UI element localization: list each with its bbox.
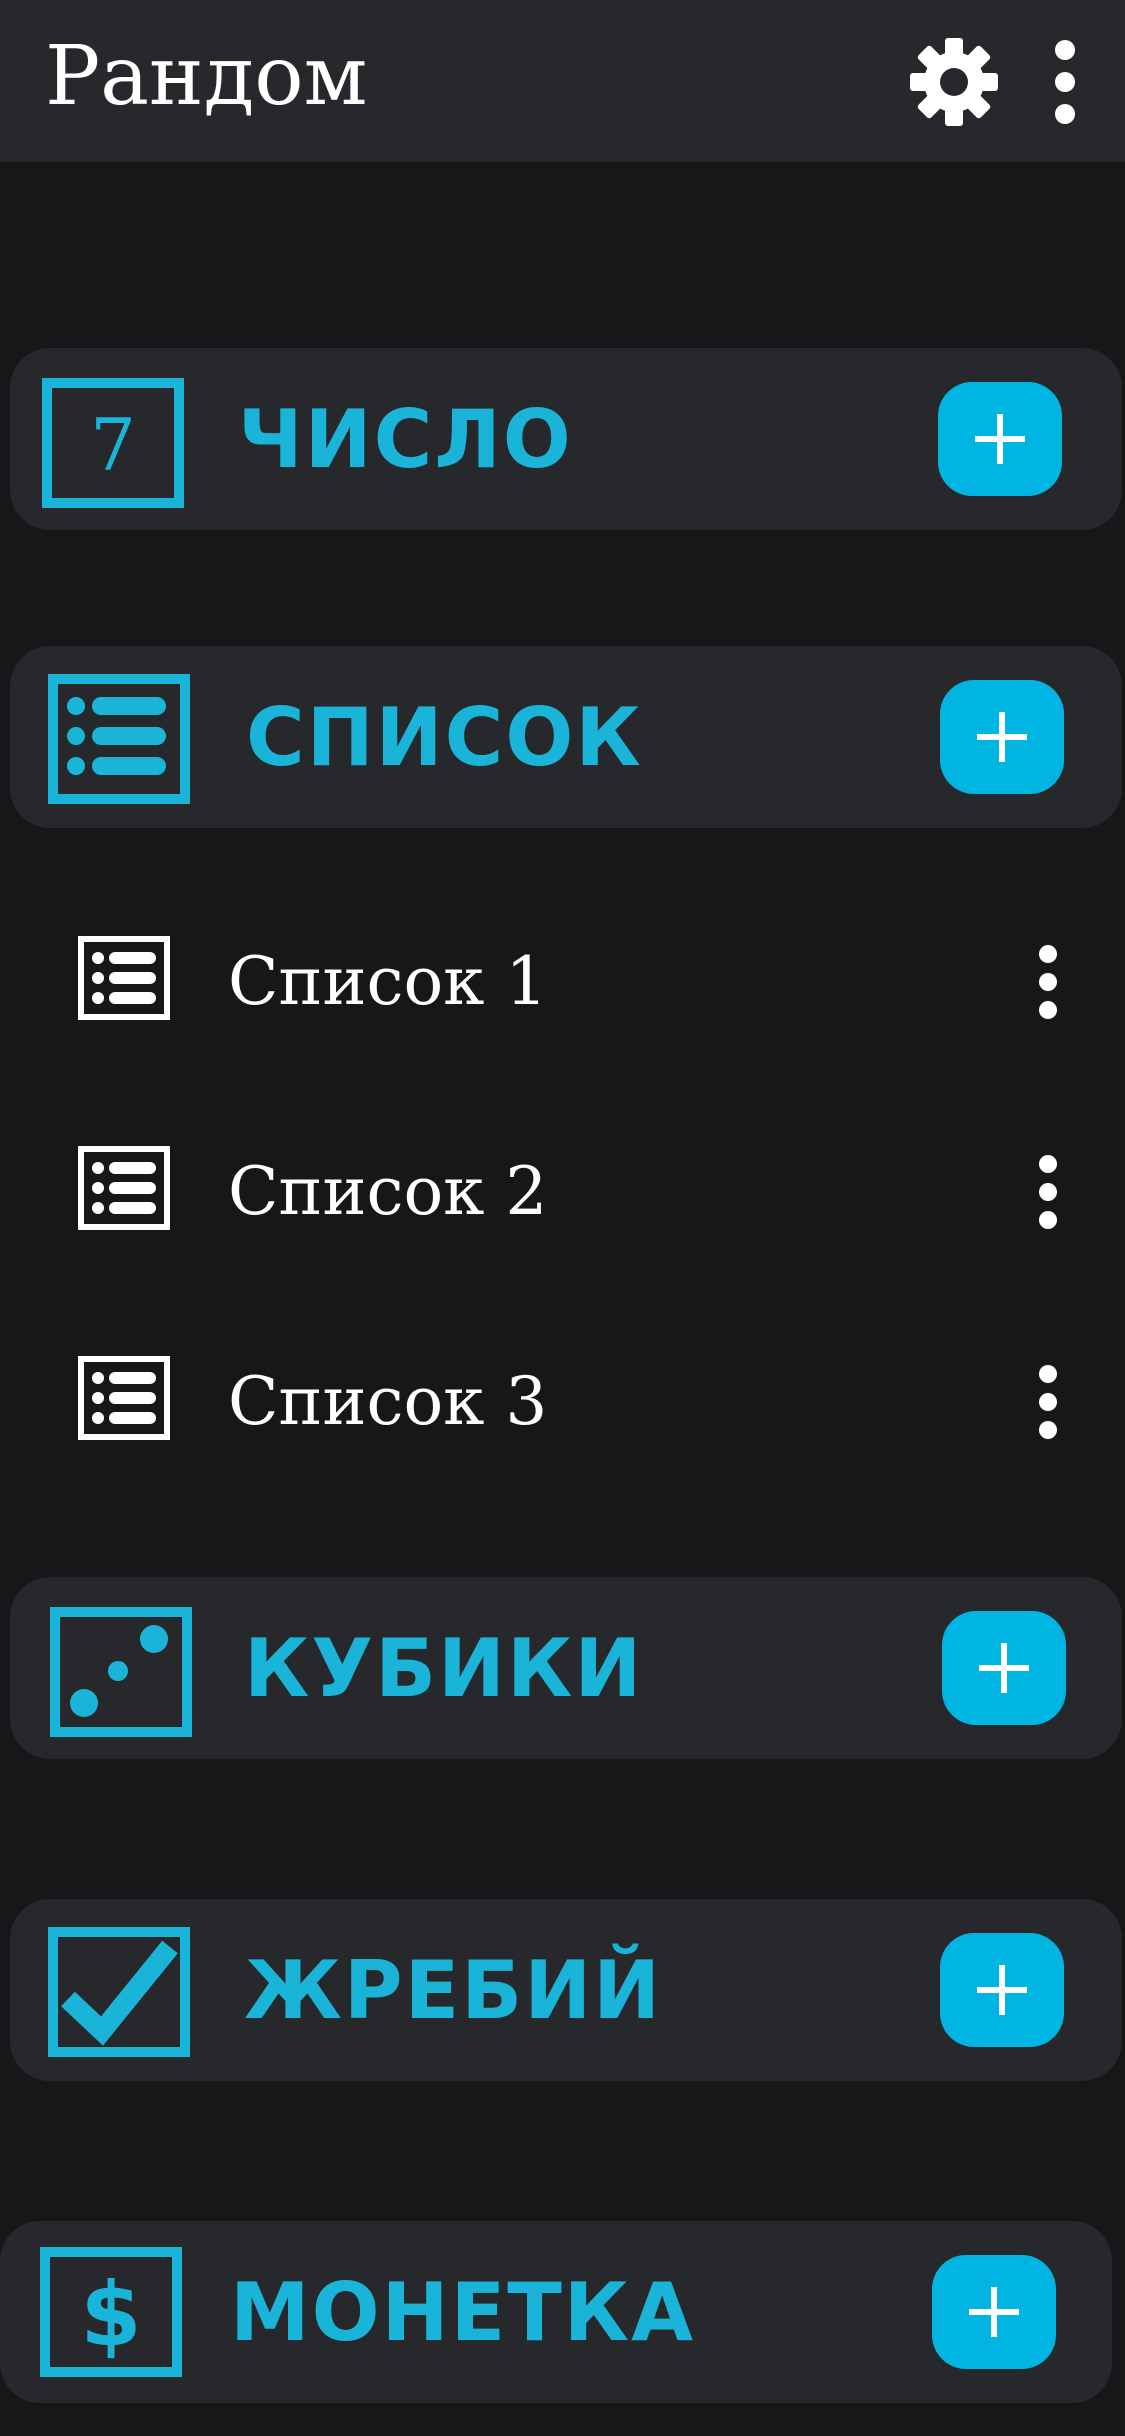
- section-lots-label: ЖРЕБИЙ: [244, 1944, 663, 2037]
- plus-icon: [969, 2287, 1019, 2337]
- more-vert-icon[interactable]: [1030, 1352, 1066, 1452]
- dollar-icon: $: [40, 2247, 182, 2381]
- app-bar: Рандом: [0, 0, 1125, 162]
- section-dice[interactable]: КУБИКИ: [10, 1577, 1122, 1759]
- section-dice-label: КУБИКИ: [244, 1622, 644, 1715]
- plus-icon: [977, 712, 1027, 762]
- more-vert-icon[interactable]: [1040, 36, 1090, 128]
- more-vert-icon[interactable]: [1030, 932, 1066, 1032]
- section-lots[interactable]: ЖРЕБИЙ: [10, 1899, 1122, 2081]
- svg-text:$: $: [80, 2263, 141, 2366]
- add-coin-button[interactable]: [932, 2255, 1056, 2369]
- plus-icon: [979, 1643, 1029, 1693]
- list-item-label: Список 1: [228, 943, 548, 1020]
- section-list[interactable]: СПИСОК: [10, 646, 1122, 828]
- section-coin-label: МОНЕТКА: [230, 2266, 696, 2359]
- add-number-button[interactable]: [938, 382, 1062, 496]
- plus-icon: [975, 414, 1025, 464]
- list-item-label: Список 3: [228, 1363, 548, 1440]
- list-item[interactable]: Список 2: [0, 1112, 1125, 1272]
- section-number-label: ЧИСЛО: [238, 393, 573, 486]
- gear-icon[interactable]: [908, 36, 1000, 128]
- section-coin[interactable]: $ МОНЕТКА: [0, 2221, 1112, 2403]
- section-number[interactable]: 7 ЧИСЛО: [10, 348, 1122, 530]
- plus-icon: [977, 1965, 1027, 2015]
- number-seven-icon: 7: [42, 378, 184, 512]
- list-icon: [48, 674, 190, 808]
- add-dice-button[interactable]: [942, 1611, 1066, 1725]
- list-item[interactable]: Список 1: [0, 902, 1125, 1062]
- more-vert-icon[interactable]: [1030, 1142, 1066, 1242]
- list-icon: [78, 1146, 170, 1234]
- svg-text:7: 7: [90, 403, 136, 487]
- list-item[interactable]: Список 3: [0, 1322, 1125, 1482]
- list-item-label: Список 2: [228, 1153, 548, 1230]
- list-icon: [78, 936, 170, 1024]
- add-lots-button[interactable]: [940, 1933, 1064, 2047]
- checkmark-icon: [48, 1927, 190, 2061]
- add-list-button[interactable]: [940, 680, 1064, 794]
- section-list-label: СПИСОК: [246, 691, 643, 784]
- list-icon: [78, 1356, 170, 1444]
- dice-icon: [50, 1607, 192, 1741]
- app-title: Рандом: [45, 29, 368, 124]
